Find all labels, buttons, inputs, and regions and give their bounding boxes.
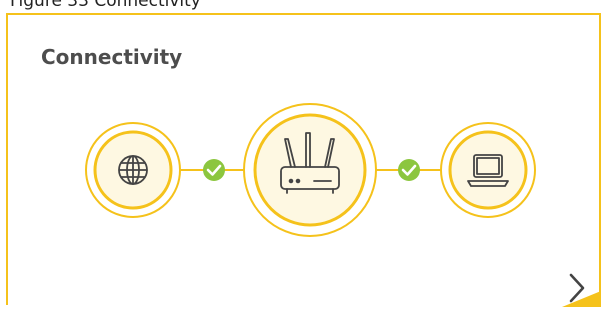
device-node[interactable] xyxy=(440,122,536,218)
next-button[interactable] xyxy=(562,266,601,307)
router-node[interactable] xyxy=(243,103,377,237)
connectivity-diagram xyxy=(85,103,536,237)
device-link-check-icon xyxy=(398,159,420,181)
chevron-right-icon xyxy=(562,273,601,307)
internet-link-check-icon xyxy=(203,159,225,181)
globe-icon xyxy=(118,155,148,185)
internet-node[interactable] xyxy=(85,122,181,218)
figure-caption: Figure 33 Connectivity xyxy=(10,0,201,11)
connectivity-card: Connectivity xyxy=(6,13,601,307)
